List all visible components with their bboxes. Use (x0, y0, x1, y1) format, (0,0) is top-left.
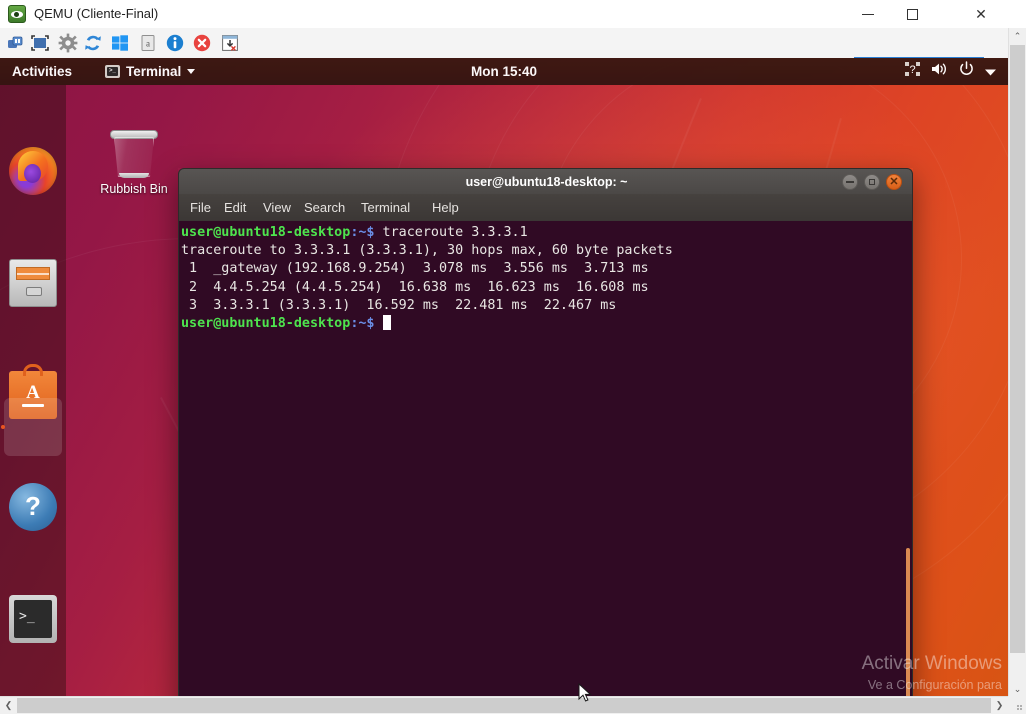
windows-logo-icon[interactable] (110, 33, 130, 53)
pause-resume-icon[interactable] (6, 33, 26, 53)
terminal-window: user@ubuntu18-desktop: ~ ✕ File Edit Vie… (178, 168, 913, 696)
host-vertical-scrollbar[interactable]: ⌃ ⌄ (1008, 28, 1026, 698)
vertical-scroll-thumb[interactable] (1010, 45, 1025, 653)
scroll-up-arrow[interactable]: ⌃ (1009, 28, 1026, 45)
dock-active-highlight (4, 398, 62, 456)
terminal-output-area[interactable]: user@ubuntu18-desktop:~$ traceroute 3.3.… (178, 221, 913, 696)
trash-icon (112, 130, 156, 178)
terminal-text: user@ubuntu18-desktop:~$ traceroute 3.3.… (181, 224, 912, 333)
terminal-menubar: File Edit View Search Terminal Help (178, 194, 913, 221)
keyboard-input-icon[interactable]: ? (905, 58, 920, 85)
ubuntu-dock: A ? >_ (0, 85, 66, 696)
shell-prompt-path-2: :~$ (350, 316, 374, 331)
traceroute-hop-2: 2 4.4.5.254 (4.4.5.254) 16.638 ms 16.623… (181, 280, 649, 295)
document-icon[interactable]: a (138, 33, 158, 53)
shell-prompt-user: user@ubuntu18-desktop (181, 225, 350, 240)
power-icon[interactable] (959, 58, 974, 85)
host-window-titlebar: QEMU (Cliente-Final) ✕ (0, 0, 1026, 29)
traceroute-hop-1: 1 _gateway (192.168.9.254) 3.078 ms 3.55… (181, 261, 649, 276)
fullscreen-icon[interactable] (30, 33, 50, 53)
terminal-cursor (383, 315, 391, 330)
menu-item-help[interactable]: Help (432, 194, 459, 221)
traceroute-header: traceroute to 3.3.3.1 (3.3.3.1), 30 hops… (181, 243, 673, 258)
terminal-maximize-button[interactable] (864, 174, 880, 190)
dock-item-firefox[interactable] (9, 147, 57, 195)
menu-item-terminal[interactable]: Terminal (361, 194, 410, 221)
shell-command: traceroute 3.3.3.1 (375, 225, 528, 240)
menu-item-edit[interactable]: Edit (224, 194, 246, 221)
dock-item-help[interactable]: ? (9, 483, 57, 531)
panel-status-tray: ? (905, 58, 996, 85)
chevron-down-icon[interactable] (985, 58, 996, 85)
dock-item-terminal[interactable]: >_ (9, 595, 57, 643)
software-bag-icon (23, 364, 43, 376)
files-icon (16, 267, 50, 280)
shell-prompt-user-2: user@ubuntu18-desktop (181, 316, 350, 331)
desktop-icon-rubbish-bin[interactable]: Rubbish Bin (86, 130, 182, 196)
horizontal-scroll-thumb[interactable] (17, 698, 991, 713)
dock-running-indicator (1, 425, 5, 429)
terminal-title: user@ubuntu18-desktop: ~ (179, 169, 914, 195)
host-window-title: QEMU (Cliente-Final) (34, 5, 158, 23)
terminal-minimize-button[interactable] (842, 174, 858, 190)
volume-icon[interactable] (931, 58, 948, 85)
dock-item-files[interactable] (9, 259, 57, 307)
scroll-right-arrow[interactable]: ❯ (991, 697, 1008, 714)
gnome-top-panel: Activities >_ Terminal Mon 15:40 ? (0, 58, 1008, 85)
host-close-button[interactable]: ✕ (958, 0, 1004, 28)
terminal-titlebar[interactable]: user@ubuntu18-desktop: ~ ✕ (178, 168, 913, 194)
menu-item-search[interactable]: Search (304, 194, 345, 221)
resize-corner[interactable] (1008, 696, 1026, 714)
svg-text:?: ? (909, 64, 915, 76)
screen-root: QEMU (Cliente-Final) ✕ (0, 0, 1026, 714)
host-horizontal-scrollbar[interactable]: ❮ ❯ (0, 696, 1008, 714)
gear-icon[interactable] (58, 33, 78, 53)
info-icon[interactable] (165, 33, 185, 53)
menu-item-file[interactable]: File (190, 194, 211, 221)
question-mark-icon: ? (9, 491, 57, 521)
svg-text:a: a (146, 39, 150, 49)
terminal-scrollbar[interactable] (906, 548, 910, 696)
close-circle-icon[interactable] (192, 33, 212, 53)
panel-clock[interactable]: Mon 15:40 (0, 58, 1008, 85)
scroll-left-arrow[interactable]: ❮ (0, 697, 17, 714)
guest-screen: Activities >_ Terminal Mon 15:40 ? (0, 58, 1008, 696)
save-snapshot-icon[interactable] (220, 33, 240, 53)
host-toolbar: a (0, 28, 1026, 59)
terminal-close-button[interactable]: ✕ (886, 174, 902, 190)
traceroute-hop-3: 3 3.3.3.1 (3.3.3.1) 16.592 ms 22.481 ms … (181, 298, 616, 313)
refresh-icon[interactable] (83, 33, 103, 53)
host-minimize-button[interactable] (845, 0, 890, 28)
menu-item-view[interactable]: View (263, 194, 291, 221)
qemu-icon (8, 5, 26, 23)
desktop-icon-label: Rubbish Bin (86, 182, 182, 196)
shell-prompt-path: :~$ (350, 225, 374, 240)
host-maximize-button[interactable] (890, 0, 935, 28)
